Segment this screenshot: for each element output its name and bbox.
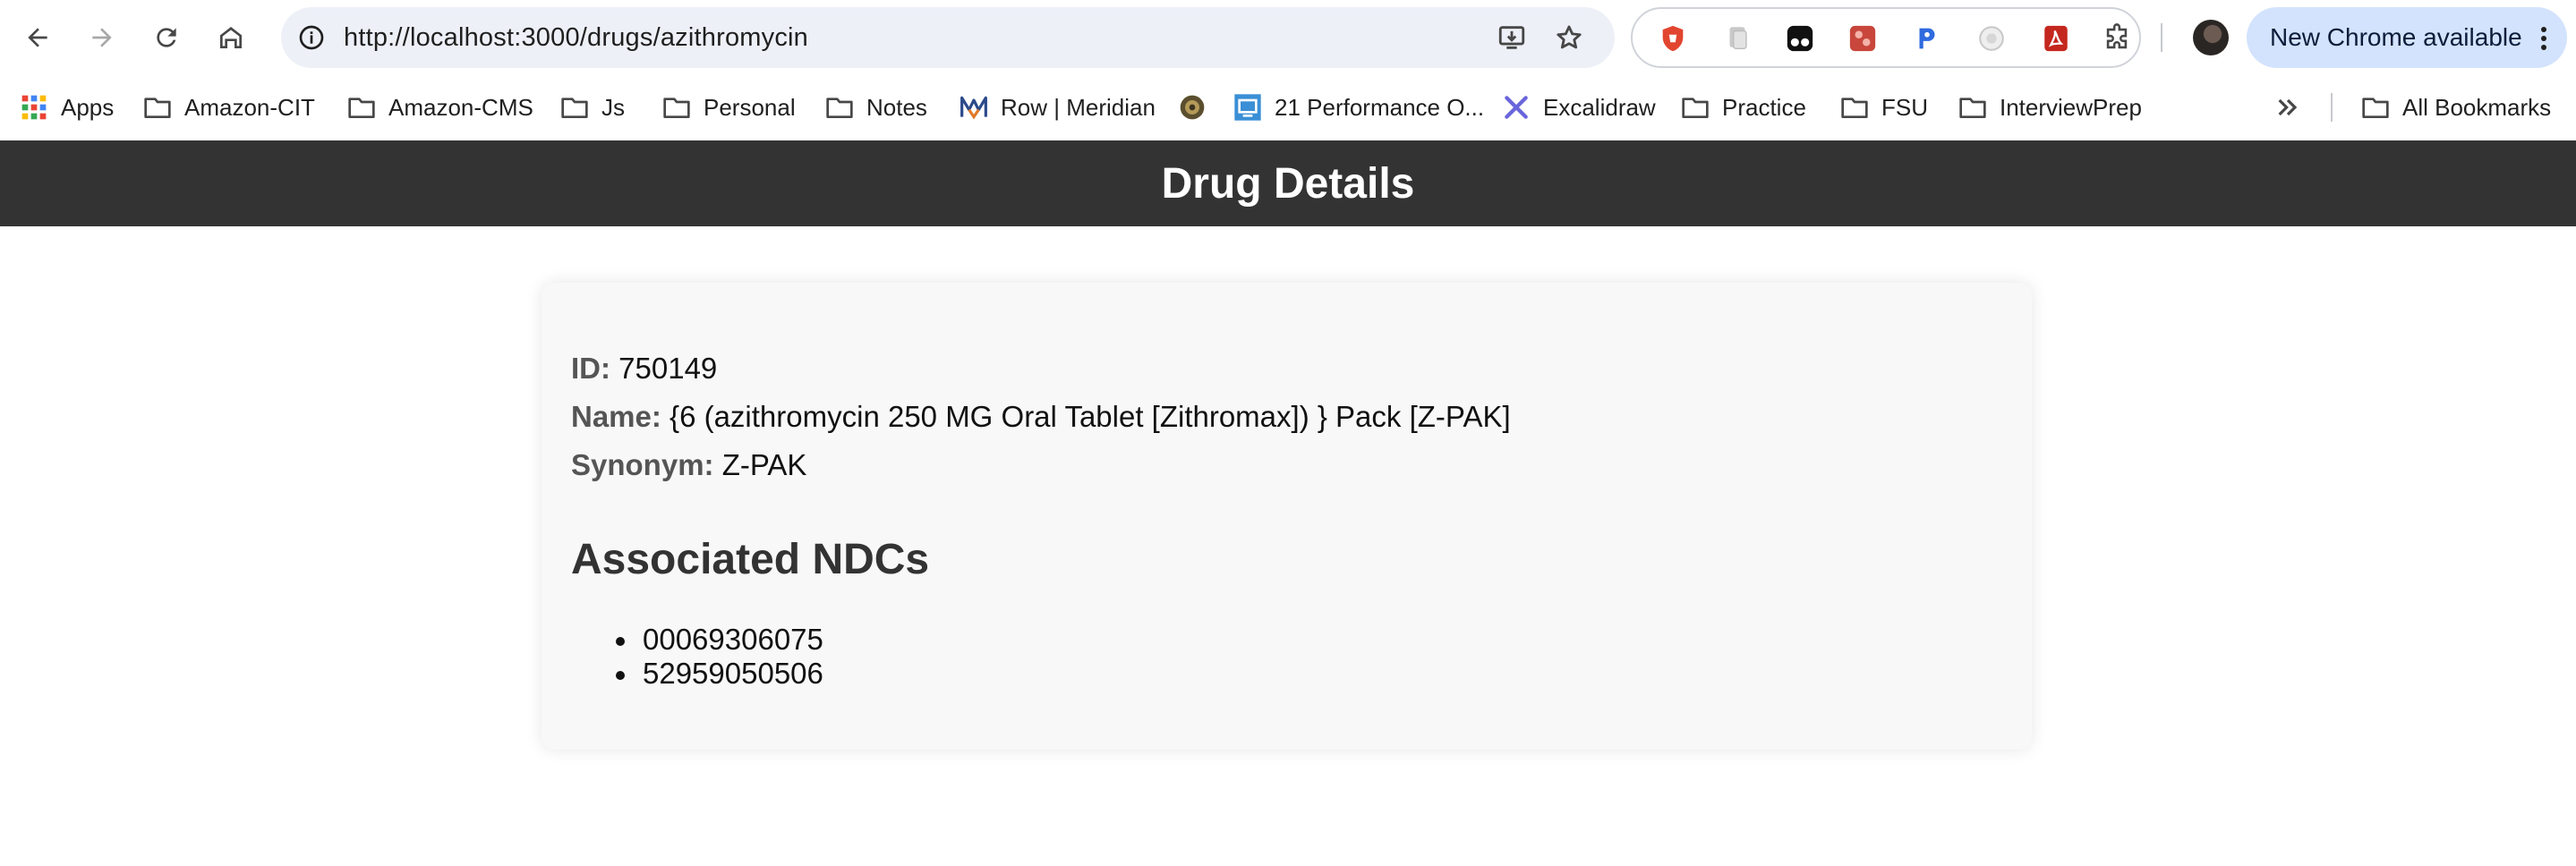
more-menu-icon[interactable] [2540, 27, 2547, 50]
bookmark-folder-interviewprep[interactable]: InterviewPrep [1958, 75, 2142, 140]
folder-icon [663, 98, 690, 118]
bookmarks-bar: Apps Amazon-CIT Amazon-CMS Js Personal N… [0, 75, 2576, 140]
bookmarks-divider [2331, 93, 2333, 122]
extensions-puzzle-icon[interactable] [2102, 23, 2132, 54]
tampermonkey-extension-icon[interactable] [1785, 23, 1815, 54]
bookmark-label: Row | Meridian [1001, 93, 1156, 121]
folder-icon [561, 98, 588, 118]
page-title: Drug Details [1161, 159, 1415, 208]
bookmark-label: FSU [1881, 93, 1928, 121]
ndc-list-item: 52959050506 [571, 657, 823, 691]
home-button[interactable] [211, 18, 251, 57]
double-chevron-right-icon [2278, 98, 2298, 116]
bookmark-label: Amazon-CMS [388, 93, 533, 121]
apps-grid-icon [21, 95, 47, 120]
bookmark-star-icon[interactable] [1554, 22, 1584, 53]
synonym-value: Z-PAK [721, 448, 807, 481]
new-chrome-available-button[interactable]: New Chrome available [2247, 7, 2567, 68]
bookmark-label: InterviewPrep [2000, 93, 2142, 121]
forward-arrow-icon [92, 28, 112, 47]
bookmark-globe[interactable] [1178, 75, 1219, 140]
react-devtools-extension-icon[interactable] [1912, 23, 1942, 54]
extensions-group [1631, 7, 2141, 68]
all-bookmarks-button[interactable]: All Bookmarks [2361, 75, 2551, 140]
profile-avatar[interactable] [2193, 20, 2229, 55]
bookmarks-overflow-button[interactable] [2273, 75, 2315, 140]
app-header: Drug Details [0, 140, 2576, 226]
reload-icon [157, 28, 176, 47]
globe-favicon-icon [1180, 95, 1205, 120]
bookmark-apps[interactable]: Apps [20, 75, 114, 140]
bookmark-label: 21 Performance O... [1275, 93, 1485, 121]
bookmark-folder-notes[interactable]: Notes [825, 75, 927, 140]
excalidraw-icon [1505, 96, 1528, 119]
all-bookmarks-label: All Bookmarks [2402, 93, 2552, 121]
meridian-logo-icon [960, 96, 987, 120]
pattern-extension-icon[interactable] [1847, 23, 1878, 54]
browser-toolbar: http://localhost:3000/drugs/azithromycin… [0, 0, 2576, 75]
reload-button[interactable] [147, 18, 186, 57]
back-button[interactable] [18, 18, 57, 57]
address-bar[interactable]: http://localhost:3000/drugs/azithromycin [281, 7, 1615, 68]
folder-icon [826, 98, 853, 118]
performance-favicon-icon [1234, 94, 1261, 121]
bookmark-label: Js [601, 93, 625, 121]
ndc-list-item: 00069306075 [571, 623, 823, 657]
id-value: 750149 [618, 352, 718, 385]
id-label: ID: [571, 352, 610, 385]
site-info-icon[interactable] [297, 23, 326, 52]
name-value: {6 (azithromycin 250 MG Oral Tablet [Zit… [670, 400, 1511, 433]
drug-id-row: ID: 750149 [571, 352, 717, 386]
associated-ndcs-heading: Associated NDCs [571, 536, 930, 583]
drug-details-card: ID: 750149 Name: {6 (azithromycin 250 MG… [542, 283, 2032, 750]
bookmark-label: Amazon-CIT [184, 93, 315, 121]
bookmark-row-meridian[interactable]: Row | Meridian [960, 75, 1156, 140]
synonym-label: Synonym: [571, 448, 714, 481]
bookmark-label: Apps [61, 93, 115, 121]
folder-icon [2362, 98, 2389, 118]
home-icon [220, 27, 242, 48]
toolbar-divider [2161, 23, 2162, 52]
bookmark-label: Practice [1722, 93, 1806, 121]
brave-shield-extension-icon[interactable] [1658, 23, 1688, 54]
folder-icon [1841, 98, 1868, 118]
copy-extension-icon[interactable] [1722, 23, 1753, 54]
bookmark-folder-amazon-cit[interactable]: Amazon-CIT [143, 75, 315, 140]
bookmark-folder-amazon-cms[interactable]: Amazon-CMS [347, 75, 533, 140]
bookmark-label: Notes [866, 93, 927, 121]
back-arrow-icon [28, 28, 47, 47]
drug-synonym-row: Synonym: Z-PAK [571, 448, 806, 482]
bookmark-excalidraw[interactable]: Excalidraw [1502, 75, 1656, 140]
bookmark-folder-personal[interactable]: Personal [662, 75, 796, 140]
ndc-list: 00069306075 52959050506 [571, 623, 823, 691]
bookmark-folder-practice[interactable]: Practice [1681, 75, 1806, 140]
folder-icon [1959, 98, 1986, 118]
bookmark-folder-fsu[interactable]: FSU [1840, 75, 1928, 140]
install-app-icon[interactable] [1497, 22, 1527, 53]
name-label: Name: [571, 400, 661, 433]
update-label: New Chrome available [2270, 23, 2522, 51]
folder-icon [348, 98, 375, 118]
folder-icon [144, 98, 171, 118]
bookmark-21-performance[interactable]: 21 Performance O... [1233, 75, 1484, 140]
bookmark-label: Excalidraw [1543, 93, 1656, 121]
pdf-extension-icon[interactable] [2041, 23, 2071, 54]
drug-name-row: Name: {6 (azithromycin 250 MG Oral Table… [571, 400, 1511, 434]
bookmark-folder-js[interactable]: Js [560, 75, 625, 140]
url-text[interactable]: http://localhost:3000/drugs/azithromycin [344, 7, 808, 68]
folder-icon [1682, 98, 1709, 118]
forward-button[interactable] [82, 18, 122, 57]
bookmark-label: Personal [704, 93, 796, 121]
inactive-extension-icon[interactable] [1976, 23, 2007, 54]
